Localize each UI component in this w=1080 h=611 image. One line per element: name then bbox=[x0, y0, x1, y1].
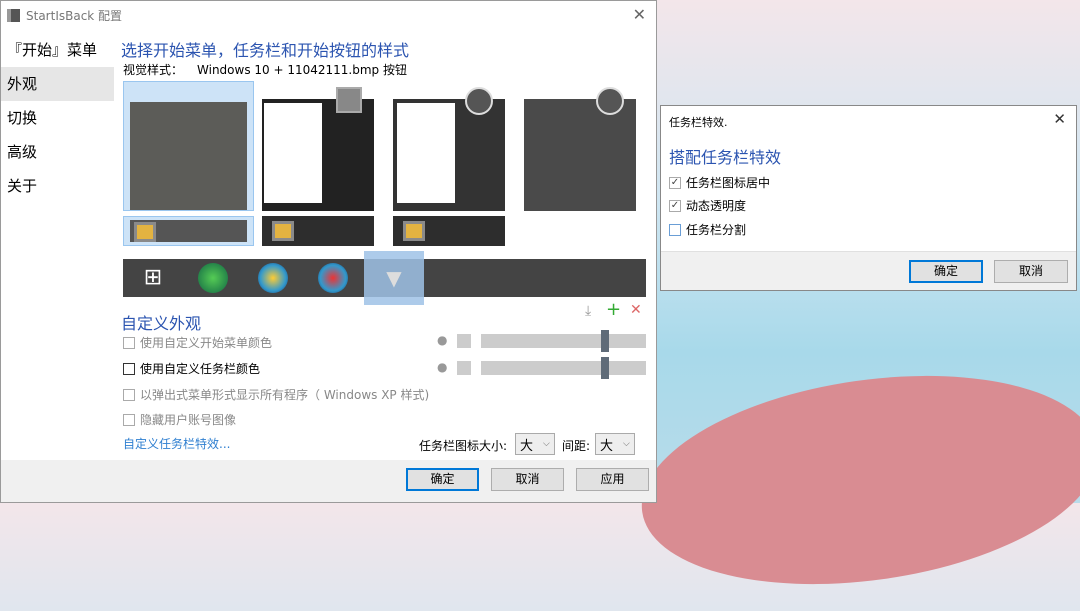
center-icons-checkbox[interactable]: ✓ 任务栏图标居中 bbox=[669, 174, 770, 191]
cancel-button[interactable]: 取消 bbox=[491, 468, 564, 491]
checkbox-label: 以弹出式菜单形式显示所有程序（ Windows XP 样式) bbox=[140, 388, 430, 402]
windows-logo-icon[interactable]: ⊞ bbox=[138, 263, 168, 293]
close-icon[interactable]: ✕ bbox=[1053, 110, 1066, 128]
customize-taskbar-effects-link[interactable]: 自定义任务栏特效... bbox=[123, 435, 230, 452]
icon-size-label: 任务栏图标大小: bbox=[419, 439, 508, 453]
checkbox-label: 动态透明度 bbox=[686, 199, 747, 213]
taskbar-split-checkbox[interactable]: 任务栏分割 bbox=[669, 221, 746, 238]
folder-icon bbox=[403, 221, 425, 241]
slider-thumb[interactable] bbox=[600, 330, 609, 352]
vista-orb-icon[interactable] bbox=[318, 263, 348, 293]
taskbar-option-2[interactable] bbox=[262, 216, 374, 246]
dialog-heading: 搭配任务栏特效 bbox=[669, 148, 782, 167]
checkbox-label: 隐藏用户账号图像 bbox=[140, 413, 237, 427]
chevron-down-icon: ⌵ bbox=[543, 439, 550, 449]
footer: 确定 取消 应用 bbox=[1, 460, 656, 502]
spacing-value: 大 bbox=[600, 438, 614, 454]
visual-style-label: 视觉样式： bbox=[123, 63, 184, 77]
sidebar-item-start-menu[interactable]: 『开始』菜单 bbox=[1, 33, 114, 67]
dialog-cancel-button[interactable]: 取消 bbox=[994, 260, 1068, 283]
title-bar: StartIsBack 配置 bbox=[1, 1, 656, 29]
sidebar-item-advanced[interactable]: 高级 bbox=[1, 135, 114, 169]
apply-button[interactable]: 应用 bbox=[576, 468, 649, 491]
icon-size-value: 大 bbox=[520, 438, 534, 454]
dialog-ok-button[interactable]: 确定 bbox=[909, 260, 983, 283]
dialog-title: 任务栏特效. bbox=[669, 116, 728, 129]
desktop-shape bbox=[628, 348, 1080, 611]
taskbar-color-swatch[interactable] bbox=[457, 361, 471, 375]
sidebar-item-about[interactable]: 关于 bbox=[1, 169, 114, 203]
download-icon[interactable]: ⤓ bbox=[585, 303, 591, 319]
start-color-swatch[interactable] bbox=[457, 334, 471, 348]
spacing-select[interactable]: 大 ⌵ bbox=[595, 433, 635, 455]
dialog-footer: 确定 取消 bbox=[661, 251, 1076, 290]
color-drop-icon[interactable]: ● bbox=[437, 333, 447, 347]
taskbar-opacity-slider[interactable] bbox=[481, 357, 646, 379]
add-icon[interactable]: + bbox=[606, 299, 621, 320]
checkbox-label: 使用自定义任务栏颜色 bbox=[140, 362, 261, 376]
icon-size-select[interactable]: 大 ⌵ bbox=[515, 433, 555, 455]
dynamic-transparency-checkbox[interactable]: ✓ 动态透明度 bbox=[669, 197, 746, 214]
hide-user-picture-checkbox[interactable]: 隐藏用户账号图像 bbox=[123, 411, 236, 428]
custom-orb-icon[interactable]: ▼ bbox=[379, 263, 409, 293]
folder-icon bbox=[134, 222, 156, 242]
spacing-label: 间距: bbox=[562, 439, 591, 453]
custom-appearance-heading: 自定义外观 bbox=[121, 314, 202, 333]
page-title: 选择开始菜单，任务栏和开始按钮的样式 bbox=[121, 41, 410, 60]
remove-icon[interactable]: ✕ bbox=[630, 302, 642, 318]
xp-style-all-programs-checkbox[interactable]: 以弹出式菜单形式显示所有程序（ Windows XP 样式) bbox=[123, 386, 429, 403]
ok-button[interactable]: 确定 bbox=[406, 468, 479, 491]
style-option-win7[interactable] bbox=[262, 87, 374, 211]
color-drop-icon[interactable]: ● bbox=[437, 360, 447, 374]
custom-start-color-checkbox[interactable]: 使用自定义开始菜单颜色 bbox=[123, 334, 272, 351]
visual-style-value: Windows 10 + 11042111.bmp 按钮 bbox=[197, 63, 407, 77]
win7-orb-icon[interactable] bbox=[258, 263, 288, 293]
window-title: StartIsBack 配置 bbox=[26, 8, 123, 23]
taskbar-option-1[interactable] bbox=[123, 216, 254, 246]
checkbox-label: 任务栏图标居中 bbox=[686, 176, 771, 190]
close-icon[interactable]: ✕ bbox=[633, 5, 646, 24]
start-opacity-slider[interactable] bbox=[481, 330, 646, 352]
folder-icon bbox=[272, 221, 294, 241]
taskbar-effects-dialog: 任务栏特效. ✕ 搭配任务栏特效 ✓ 任务栏图标居中 ✓ 动态透明度 任务栏分割 确… bbox=[660, 105, 1077, 291]
checkbox-label: 任务栏分割 bbox=[686, 223, 747, 237]
sidebar-item-switch[interactable]: 切换 bbox=[1, 101, 114, 135]
startisback-settings-window: StartIsBack 配置 ✕ 『开始』菜单 外观 切换 高级 关于 选择开始… bbox=[0, 0, 657, 503]
custom-taskbar-color-checkbox[interactable]: 使用自定义任务栏颜色 bbox=[123, 360, 260, 377]
slider-thumb[interactable] bbox=[600, 357, 609, 379]
sidebar-item-appearance[interactable]: 外观 bbox=[1, 67, 114, 101]
style-option-win10[interactable] bbox=[123, 81, 254, 211]
app-icon bbox=[7, 8, 20, 22]
clover-orb-icon[interactable] bbox=[198, 263, 228, 293]
checkbox-label: 使用自定义开始菜单颜色 bbox=[140, 336, 273, 350]
start-button-row: ⊞ ▼ bbox=[123, 251, 646, 305]
style-option-win8[interactable] bbox=[393, 87, 505, 211]
style-option-flat[interactable] bbox=[524, 87, 636, 211]
chevron-down-icon: ⌵ bbox=[623, 439, 630, 449]
taskbar-option-3[interactable] bbox=[393, 216, 505, 246]
sidebar: 『开始』菜单 外观 切换 高级 关于 bbox=[1, 33, 114, 203]
